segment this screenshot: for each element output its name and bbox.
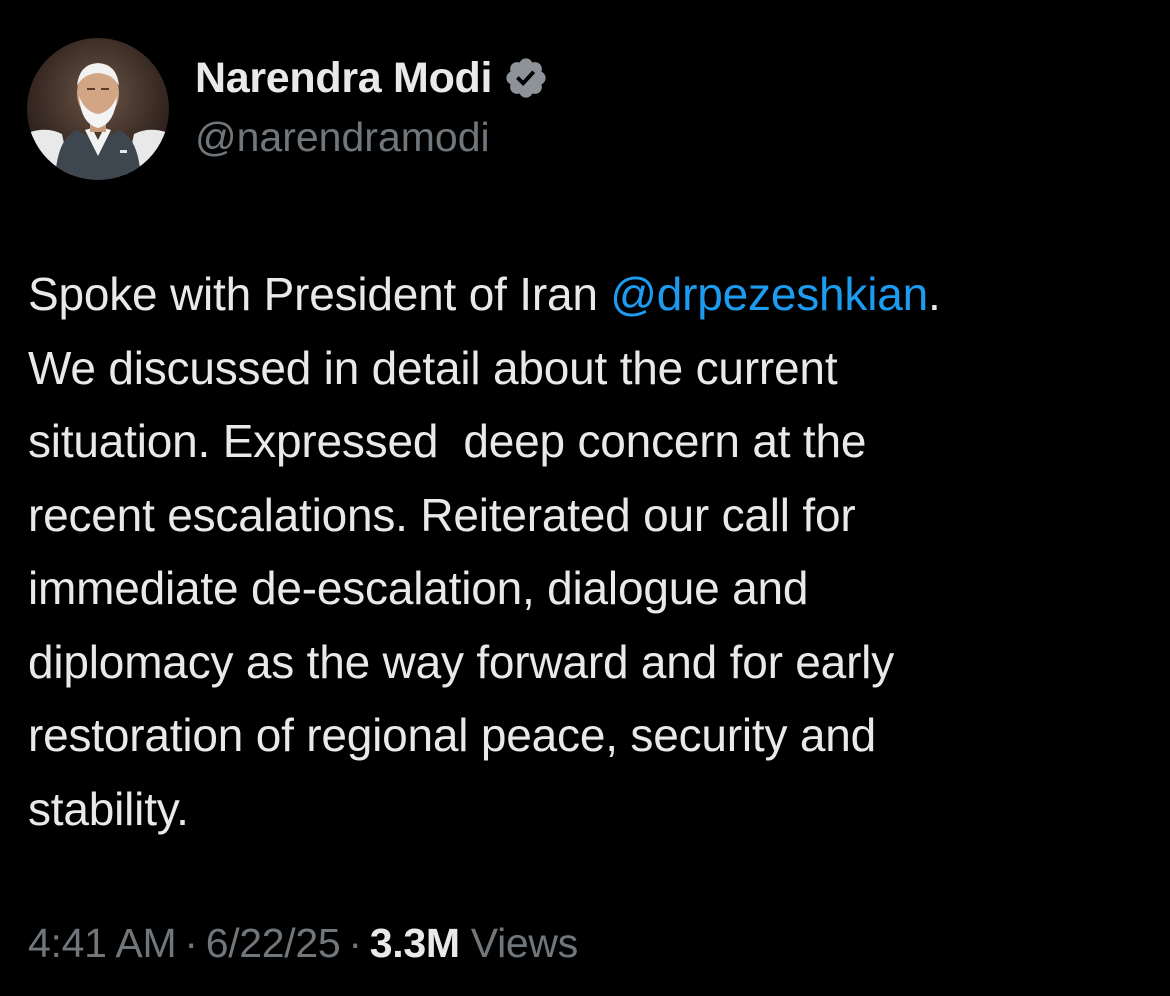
- views-label: Views: [470, 920, 578, 966]
- author-handle[interactable]: @narendramodi: [195, 114, 549, 161]
- profile-photo: [27, 38, 169, 180]
- tweet-line: diplomacy as the way forward and for ear…: [28, 635, 895, 688]
- author-display-name[interactable]: Narendra Modi: [195, 54, 492, 103]
- avatar[interactable]: [27, 38, 169, 180]
- separator-dot: ·: [348, 920, 362, 966]
- tweet-line: stability.: [28, 782, 189, 835]
- tweet-date: 6/22/25: [205, 920, 341, 966]
- tweet-line: immediate de-escalation, dialogue and: [28, 562, 809, 614]
- tweet-card: Narendra Modi @narendramodi Spoke with P…: [0, 0, 1170, 996]
- tweet-line: Spoke with President of Iran @drpezeshki…: [28, 258, 1148, 332]
- tweet-line: situation. Expressed deep concern at the: [28, 415, 867, 467]
- timestamp-link[interactable]: 4:41 AM · 6/22/25: [28, 920, 341, 966]
- tweet-meta: 4:41 AM · 6/22/25 · 3.3M Views: [28, 920, 578, 967]
- tweet-line: restoration of regional peace, security …: [28, 709, 877, 761]
- tweet-line-text: .: [928, 268, 941, 320]
- name-row: Narendra Modi: [195, 52, 549, 104]
- author-identity: Narendra Modi @narendramodi: [195, 52, 549, 161]
- separator-dot: ·: [184, 920, 198, 966]
- tweet-line: We discussed in detail about the current: [28, 341, 838, 394]
- views-count: 3.3M: [369, 920, 460, 966]
- tweet-line-text: Spoke with President of Iran: [28, 268, 611, 320]
- verified-badge-icon[interactable]: [503, 55, 549, 101]
- views-link[interactable]: 3.3M Views: [370, 920, 578, 966]
- tweet-line: recent escalations. Reiterated our call …: [28, 488, 856, 541]
- tweet-text: Spoke with President of Iran @drpezeshki…: [28, 258, 1148, 846]
- tweet-time: 4:41 AM: [28, 920, 177, 966]
- mention-link[interactable]: @drpezeshkian: [610, 268, 928, 320]
